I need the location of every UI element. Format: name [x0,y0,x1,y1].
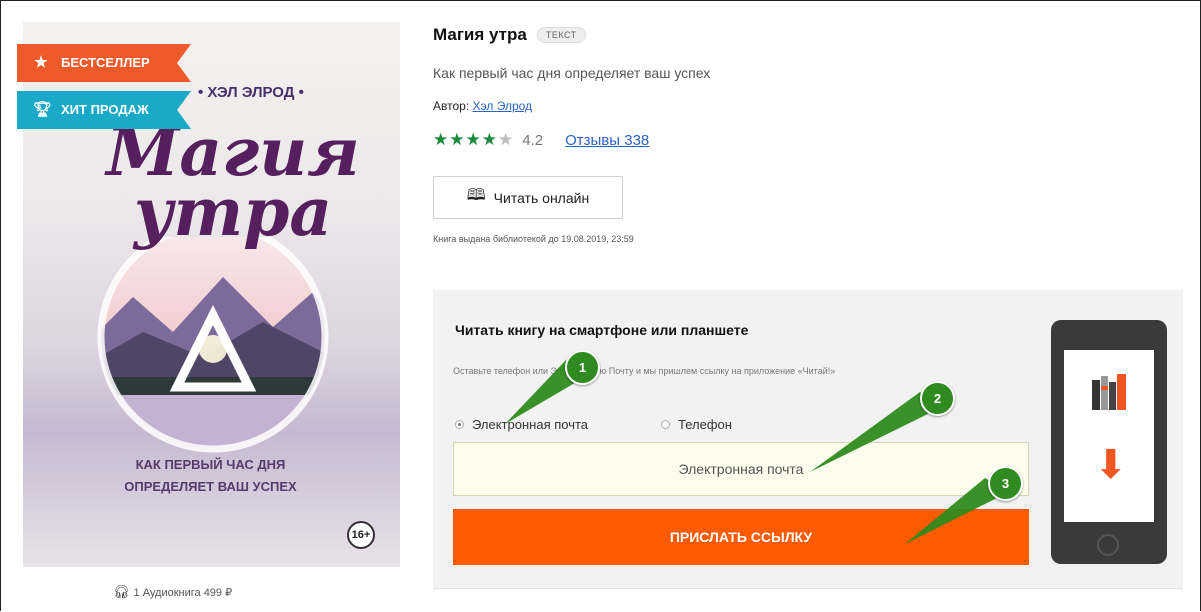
phone-screen: ⬇ [1064,350,1154,522]
annotation-marker-3: 3 [988,466,1023,501]
cover-title: Магия утра [103,119,363,251]
books-icon [1092,374,1126,410]
read-online-label: Читать онлайн [493,189,590,206]
bestseller-label: БЕСТСЕЛЛЕР [61,55,150,70]
smartphone-illustration: ⬇ [1051,320,1167,564]
rating-row: ★★★★★ 4.2 Отзывы 338 [433,130,649,150]
radio-email-option[interactable]: Электронная почта [455,417,588,432]
star-icon: ★ [465,130,482,149]
format-tag: ТЕКСТ [536,27,586,43]
author-link[interactable]: Хэл Элрод [473,99,533,113]
cover-illustration [97,237,329,453]
author-label: Автор: [433,99,470,113]
audiobook-label: 1 Аудиокнига 499 ₽ [133,587,233,599]
hit-badge: 🏆︎ ХИТ ПРОДАЖ [17,91,191,129]
radio-email-label: Электронная почта [472,417,589,432]
library-issued-note: Книга выдана библиотекой до 19.08.2019, … [433,234,634,244]
headphones-icon: 🎧︎ [113,584,130,599]
annotation-marker-2: 2 [920,381,955,416]
annotation-marker-1: 1 [565,350,600,385]
send-link-button[interactable]: ПРИСЛАТЬ ССЫЛКУ [453,509,1029,565]
book-title: Магия утра [433,25,527,44]
cover-title-line: утра [133,173,333,251]
star-icon: ★ [449,130,466,149]
rating-stars: ★★★★★ [433,130,514,150]
audiobook-link[interactable]: 🎧︎ 1 Аудиокнига 499 ₽ [113,584,232,600]
phone-home-button [1097,534,1119,556]
author-row: Автор: Хэл Элрод [433,99,532,113]
age-rating-badge: 16+ [347,521,375,549]
radio-email[interactable] [455,420,464,429]
cover-subtitle: КАК ПЕРВЫЙ ЧАС ДНЯ ОПРЕДЕЛЯЕТ ВАШ УСПЕХ [83,454,338,498]
star-icon: ★ [481,130,498,149]
bestseller-badge: ★ БЕСТСЕЛЛЕР [17,44,191,82]
hit-label: ХИТ ПРОДАЖ [61,102,149,117]
star-icon: ★ [34,54,48,71]
cover-subtitle-line: ОПРЕДЕЛЯЕТ ВАШ УСПЕХ [124,479,297,494]
rating-value: 4.2 [522,131,544,149]
download-arrow-icon: ⬇ [1094,443,1128,487]
book-subtitle: Как первый час дня определяет ваш успех [433,65,711,81]
title-row: Магия утра ТЕКСТ [433,25,586,45]
email-field[interactable] [453,442,1029,496]
radio-phone[interactable] [661,420,670,429]
trophy-icon: 🏆︎ [33,101,53,118]
panel-heading: Читать книгу на смартфоне или планшете [455,322,749,338]
star-empty-icon: ★ [498,130,515,149]
cover-author: • ХЭЛ ЭЛРОД • [198,84,304,101]
open-book-icon: 🕮 [466,187,486,204]
radio-phone-option[interactable]: Телефон [661,417,732,432]
read-online-button[interactable]: 🕮 Читать онлайн [433,176,623,219]
cover-subtitle-line: КАК ПЕРВЫЙ ЧАС ДНЯ [135,457,286,472]
panel-note: Оставьте телефон или Электронную Почту и… [453,366,836,376]
send-link-panel: Читать книгу на смартфоне или планшете О… [433,290,1183,589]
radio-phone-label: Телефон [678,417,732,432]
star-icon: ★ [433,130,450,149]
reviews-link[interactable]: Отзывы 338 [565,132,649,149]
